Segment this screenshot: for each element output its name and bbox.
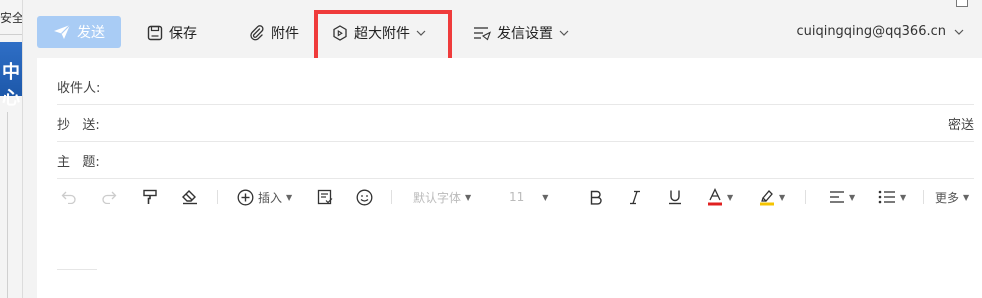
redo-icon — [102, 191, 117, 204]
left-window-strip: 安全 中心 — [0, 0, 23, 298]
editor-body[interactable] — [57, 269, 97, 270]
paperclip-icon — [250, 25, 264, 41]
checklist-button[interactable] — [317, 189, 333, 205]
undo-icon — [61, 191, 76, 204]
toolbar-divider — [391, 190, 392, 204]
send-settings-label: 发信设置 — [497, 26, 553, 42]
chevron-down-icon — [559, 30, 569, 36]
toolbar-divider — [805, 190, 806, 204]
save-button-label: 保存 — [169, 26, 197, 42]
side-panel[interactable]: 中心 — [0, 42, 22, 109]
insert-menu[interactable]: 插入 ▼ — [237, 189, 292, 206]
font-family-select[interactable]: 默认字体 ▼ — [413, 189, 471, 206]
to-label: 收件人: — [57, 80, 101, 96]
caret-down-icon: ▼ — [465, 192, 472, 202]
highlight-color-button[interactable]: ▼ — [759, 188, 785, 206]
redo-button[interactable] — [101, 190, 117, 204]
align-menu[interactable]: ▼ — [829, 190, 855, 204]
align-left-icon — [830, 191, 844, 203]
plus-circle-icon — [237, 189, 254, 205]
paper-plane-icon — [54, 24, 71, 39]
underline-icon — [669, 190, 681, 205]
compose-panel: 收件人: 抄 送: 密送 主 题: 插入 ▼ 默认字体 ▼ 11 ▼ ▼ ▼ ▼… — [37, 58, 982, 298]
caret-down-icon: ▼ — [542, 192, 549, 202]
subject-field[interactable]: 主 题: — [57, 142, 974, 179]
highlighter-icon — [760, 190, 774, 206]
format-painter-icon — [143, 189, 157, 204]
side-panel-text: 中心 — [2, 62, 20, 109]
more-label: 更多 — [935, 190, 960, 205]
side-divider — [7, 112, 8, 298]
caret-down-icon: ▼ — [779, 192, 786, 202]
underline-button[interactable] — [668, 189, 682, 205]
caret-down-icon: ▼ — [900, 192, 907, 202]
caret-down-icon: ▼ — [963, 192, 970, 202]
send-settings-icon — [474, 27, 491, 41]
font-family-label: 默认字体 — [413, 190, 462, 205]
list-menu[interactable]: ▼ — [878, 190, 906, 204]
account-selector[interactable]: cuiqingqing@qq366.cn — [796, 24, 964, 39]
attachment-button-label: 附件 — [271, 26, 299, 42]
to-field[interactable]: 收件人: — [57, 68, 974, 105]
bold-icon — [590, 190, 602, 205]
checklist-icon — [317, 189, 333, 205]
italic-icon — [630, 190, 640, 204]
font-color-button[interactable]: ▼ — [707, 188, 733, 206]
subject-label: 主 题: — [57, 154, 100, 170]
format-painter-button[interactable] — [142, 189, 158, 205]
smiley-icon — [356, 189, 373, 205]
window-control[interactable] — [956, 0, 968, 7]
italic-button[interactable] — [629, 190, 641, 205]
side-tab-divider — [0, 34, 22, 35]
font-color-icon — [708, 188, 722, 206]
insert-label: 插入 — [258, 190, 283, 205]
font-size-label: 11 — [509, 190, 525, 204]
side-tab-text[interactable]: 安全 — [0, 9, 22, 26]
caret-down-icon: ▼ — [849, 192, 856, 202]
emoji-button[interactable] — [356, 189, 373, 206]
account-email: cuiqingqing@qq366.cn — [796, 24, 946, 39]
bcc-link[interactable]: 密送 — [948, 114, 974, 133]
cc-label: 抄 送: — [57, 117, 100, 133]
save-button[interactable]: 保存 — [147, 22, 197, 44]
send-button[interactable]: 发送 — [37, 16, 121, 48]
chevron-down-icon — [954, 29, 964, 35]
font-size-select[interactable]: 11 ▼ — [509, 190, 548, 204]
send-settings-button[interactable]: 发信设置 — [473, 22, 569, 44]
attachment-button[interactable]: 附件 — [249, 22, 299, 44]
bold-button[interactable] — [589, 190, 603, 205]
cc-field[interactable]: 抄 送: 密送 — [57, 105, 974, 142]
caret-down-icon: ▼ — [727, 192, 734, 202]
send-button-label: 发送 — [77, 25, 105, 41]
eraser-icon — [182, 190, 197, 205]
bullet-list-icon — [878, 190, 895, 204]
undo-button[interactable] — [61, 190, 77, 204]
caret-down-icon: ▼ — [286, 192, 293, 202]
more-menu[interactable]: 更多 ▼ — [935, 189, 969, 206]
format-toolbar: 插入 ▼ 默认字体 ▼ 11 ▼ ▼ ▼ ▼ ▼ 更多 ▼ — [57, 178, 974, 216]
toolbar-divider — [923, 190, 924, 204]
save-icon — [147, 25, 163, 41]
clear-format-button[interactable] — [181, 189, 199, 205]
toolbar-divider — [217, 190, 218, 204]
